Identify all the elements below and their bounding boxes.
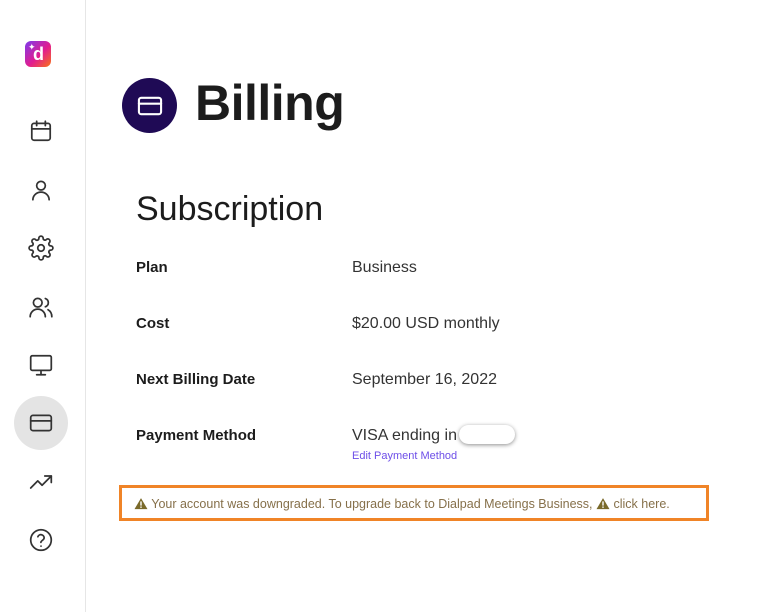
help-circle-icon [29, 528, 53, 552]
sidebar-item-settings[interactable] [14, 221, 68, 275]
sidebar-item-analytics[interactable] [14, 455, 68, 509]
users-icon [29, 297, 53, 318]
page-title: Billing [195, 75, 345, 131]
next-billing-date-value: September 16, 2022 [352, 371, 497, 388]
trending-up-icon [29, 475, 53, 489]
calendar-icon [30, 120, 52, 142]
credit-card-icon [29, 414, 53, 432]
monitor-icon [29, 354, 53, 376]
sidebar-item-users[interactable] [14, 280, 68, 334]
credit-card-icon [137, 96, 162, 115]
gear-icon [28, 235, 54, 261]
plan-label: Plan [136, 259, 168, 276]
cost-value: $20.00 USD monthly [352, 315, 500, 332]
logo-letter: d [33, 44, 44, 64]
card-number-redaction [458, 425, 515, 445]
warning-triangle-icon [134, 498, 148, 510]
warning-triangle-icon [596, 498, 610, 510]
plan-value: Business [352, 259, 417, 276]
warning-message: Your account was downgraded. To upgrade … [151, 497, 593, 511]
downgrade-warning-text: Your account was downgraded. To upgrade … [134, 496, 670, 512]
payment-method-label: Payment Method [136, 427, 257, 444]
upgrade-link-text[interactable]: click here. [613, 497, 669, 511]
sidebar-item-profile[interactable] [14, 163, 68, 217]
edit-payment-method-link[interactable]: Edit Payment Method [352, 449, 457, 463]
next-billing-date-label: Next Billing Date [136, 371, 256, 388]
sidebar-item-calendar[interactable] [14, 104, 68, 158]
sidebar-item-billing[interactable] [14, 396, 68, 450]
billing-title-icon [122, 78, 177, 133]
upgrade-link[interactable]: click here. [596, 497, 670, 511]
dialpad-logo[interactable]: ✦ d [25, 41, 51, 67]
payment-method-value: VISA ending in [352, 425, 515, 446]
sidebar: ✦ d [0, 0, 86, 612]
payment-method-text: VISA ending in [352, 427, 457, 444]
sidebar-item-help[interactable] [14, 513, 68, 567]
sidebar-item-rooms[interactable] [14, 338, 68, 392]
subscription-title: Subscription [136, 190, 324, 228]
user-icon [32, 180, 50, 201]
cost-label: Cost [136, 315, 170, 332]
